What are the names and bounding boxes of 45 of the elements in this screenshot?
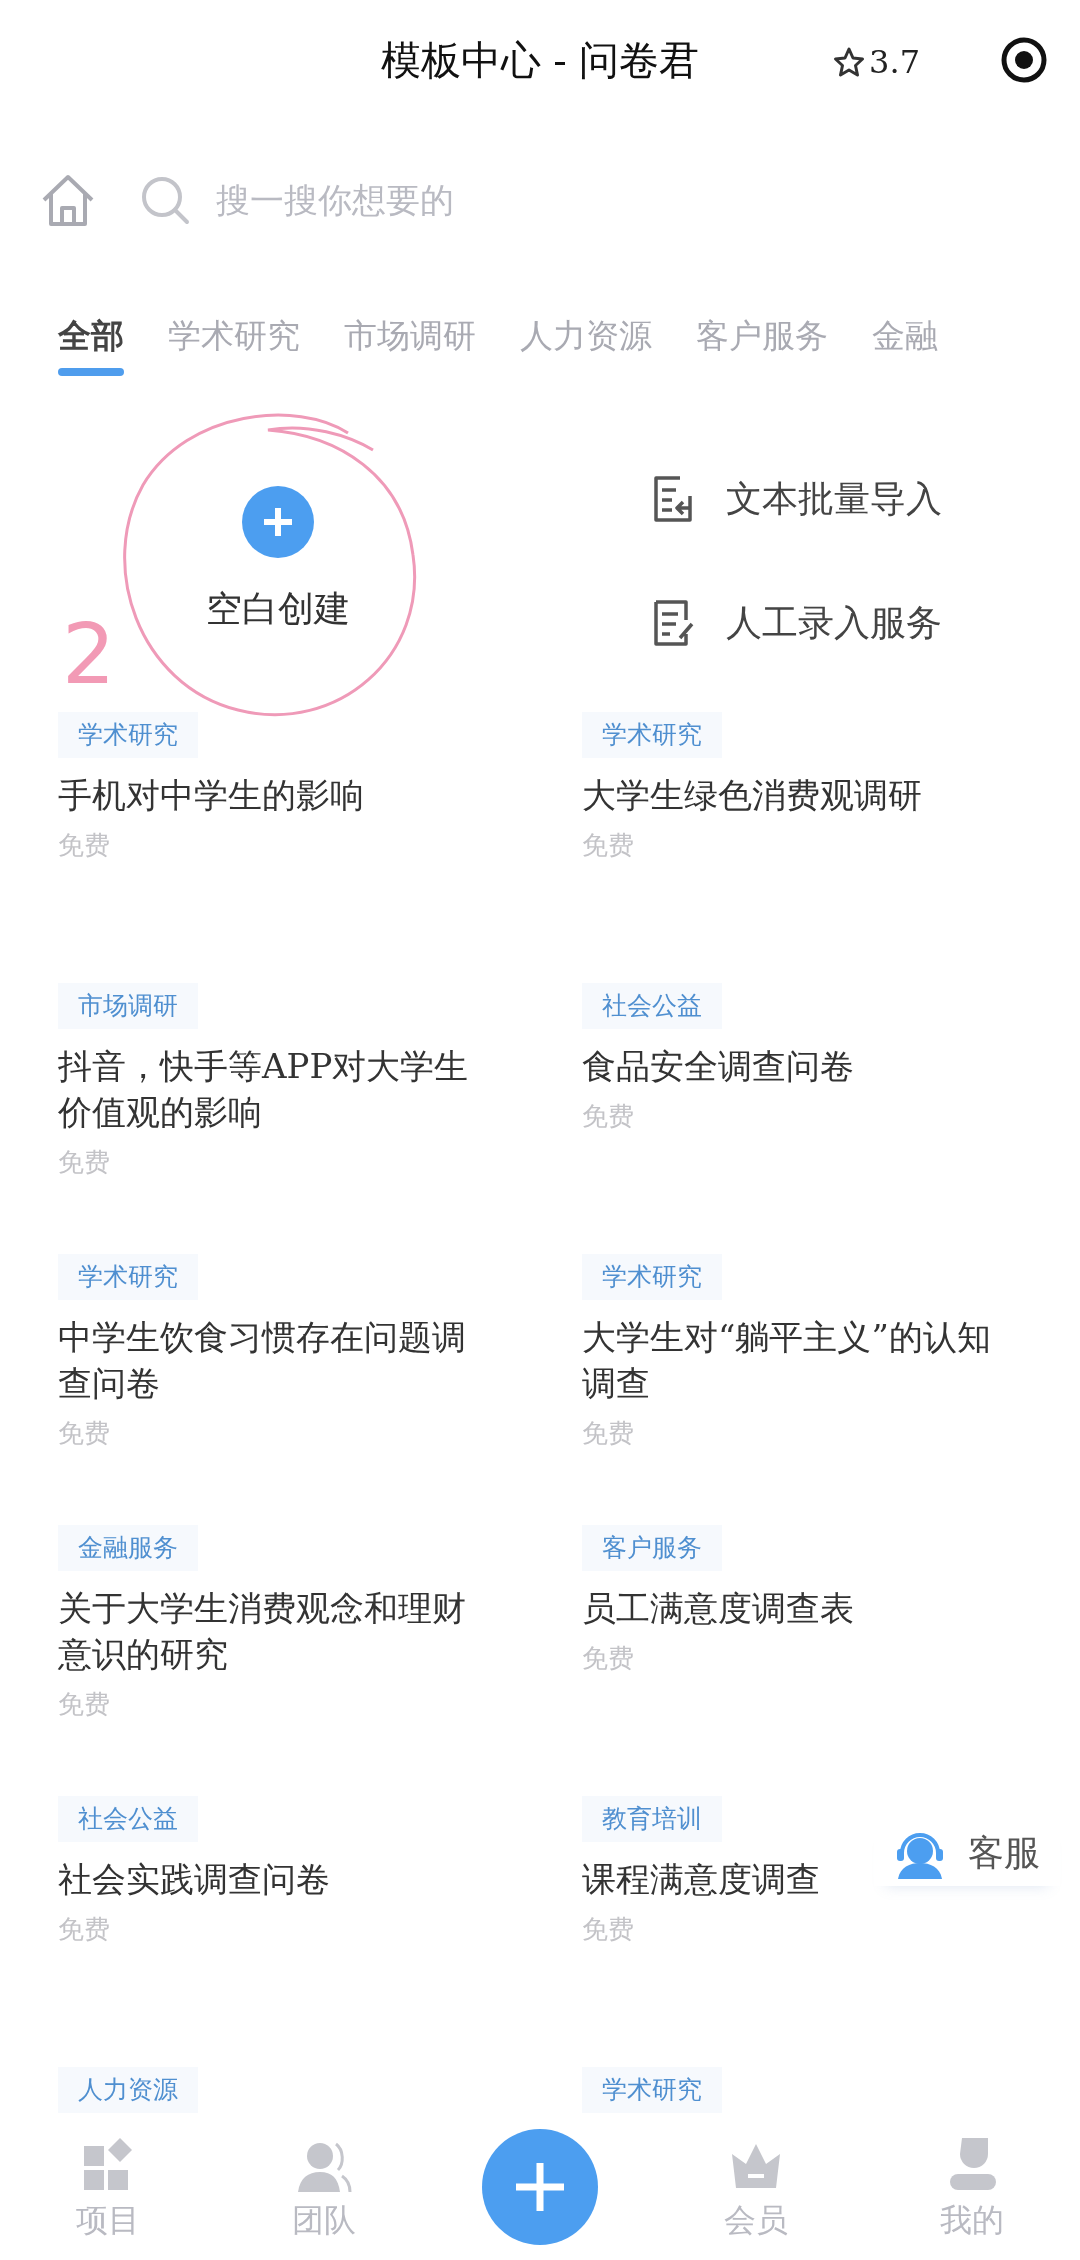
template-title[interactable]: 抖音，快手等APP对大学生价值观的影响	[58, 1042, 498, 1135]
template-title[interactable]: 员工满意度调查表	[582, 1584, 854, 1631]
window-title: 模板中心 - 问卷君	[380, 36, 700, 85]
template-title[interactable]: 中学生饮食习惯存在问题调查问卷	[58, 1313, 498, 1406]
price-label: 免费	[582, 828, 635, 862]
price-label: 免费	[58, 1416, 111, 1450]
target-icon[interactable]	[1000, 36, 1048, 84]
template-title[interactable]: 食品安全调查问卷	[582, 1042, 854, 1089]
import-button[interactable]: 文本批量导入	[650, 472, 1080, 526]
template-title[interactable]: 课程满意度调查	[582, 1855, 820, 1902]
category-tag: 学术研究	[582, 712, 722, 758]
category-tag: 教育培训	[582, 1796, 722, 1842]
annotation-number: 2	[62, 612, 116, 696]
customer-service-button[interactable]: 客服	[874, 1820, 1060, 1886]
template-title[interactable]: 大学生绿色消费观调研	[582, 771, 922, 818]
category-tag: 学术研究	[582, 2067, 722, 2113]
category-tag: 学术研究	[582, 1254, 722, 1300]
category-tag: 金融服务	[58, 1525, 198, 1571]
category-tag: 学术研究	[58, 712, 198, 758]
category-tag: 市场调研	[58, 983, 198, 1029]
search-field[interactable]: 搜一搜你想要的	[214, 173, 614, 227]
search-icon	[140, 175, 190, 225]
category-tag: 客户服务	[582, 1525, 722, 1571]
price-label: 免费	[582, 1912, 635, 1946]
price-label: 免费	[58, 1912, 111, 1946]
category-tag: 学术研究	[58, 1254, 198, 1300]
template-title[interactable]: 社会实践调查问卷	[58, 1855, 330, 1902]
plus-icon	[242, 486, 314, 558]
price-label: 免费	[582, 1416, 635, 1450]
price-label: 免费	[582, 1641, 635, 1675]
template-title[interactable]: 大学生对“躺平主义”的认知调查	[582, 1313, 1022, 1406]
manual-entry-button[interactable]: 人工录入服务	[650, 596, 1080, 650]
template-title[interactable]: 关于大学生消费观念和理财意识的研究	[58, 1584, 498, 1677]
home-icon[interactable]	[40, 172, 96, 228]
category-tag: 人力资源	[58, 2067, 198, 2113]
category-tag: 社会公益	[582, 983, 722, 1029]
price-label: 免费	[58, 1687, 111, 1721]
price-label: 免费	[58, 1145, 111, 1179]
price-label: 免费	[582, 1099, 635, 1133]
category-tab[interactable]: 全部	[58, 296, 124, 376]
rating-text: 3.7	[869, 42, 920, 83]
star-icon	[833, 46, 866, 78]
template-title[interactable]: 手机对中学生的影响	[58, 771, 364, 818]
price-label: 免费	[58, 828, 111, 862]
category-tag: 社会公益	[58, 1796, 198, 1842]
